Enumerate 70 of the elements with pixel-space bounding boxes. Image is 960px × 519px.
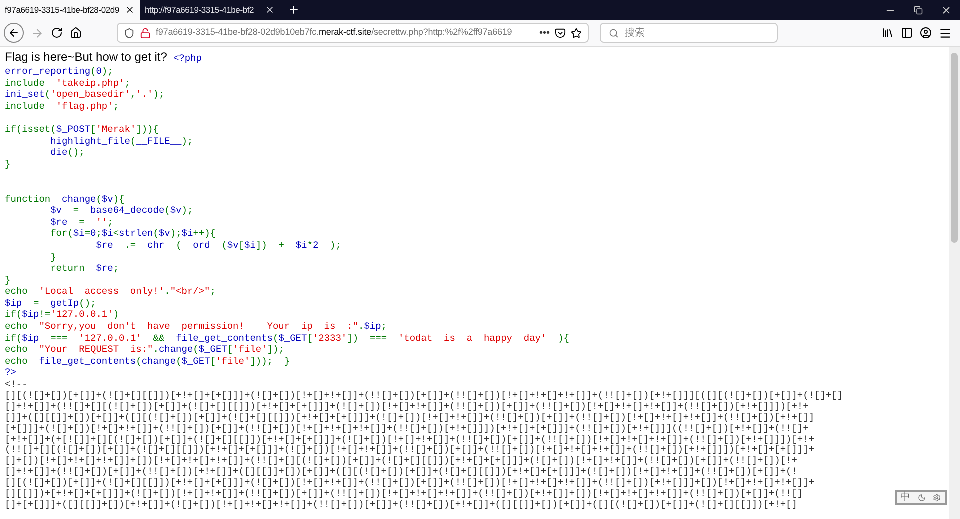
close-icon[interactable] [265,5,275,15]
moon-icon[interactable] [918,494,926,502]
output-line: [+[]]]+(![]+[])[!+[]+!+[]]+(!![]+[])[+[]]+(!![]+[])[!+[]+!+[]+!+[]]+(!![]+[])[+!+[]]])[+!+[]+[+[]]]+(!![]+[])[+!+[]]]((!![]+[])[+!+[]]+(!![]+ [5,424,809,435]
shield-icon[interactable] [124,28,135,38]
code-line: } [50,252,56,264]
menu-icon[interactable] [939,26,952,40]
code-line: echo file_get_contents(change($_GET['file'])); } [5,356,290,368]
code-line: echo "Sorry,you don't have permission! Your ip is :".$ip; [5,321,387,333]
output-line: [][(![]+[])[+[]]+(![]+[][[]])[+!+[]+[+[]]]+(![]+[])[!+[]+!+[]]+(!![]+[])[+[]]+(!![]+[])[!+[]+!+[]+!+[]]+(!![]+[])[+!+[]]]+[])[!+[]+!+[]+!+[]]+ [5,478,815,489]
close-icon[interactable] [125,5,135,15]
output-line: []+[])[!+[]+!+[]+!+[]]+[])[!+[]+!+[]+!+[]]+(!![]+[][(![]+[])[+[]]+(![]+[][[]])[+!+[]+[+[]]]+(![]+[])[!+[]+!+[]]+(!![]+[])[+[]]+(!![]+[])[!+ [5,456,798,467]
code-line: <?php [173,52,202,66]
close-window-icon[interactable] [941,4,952,16]
insecure-lock-icon[interactable] [140,28,151,38]
output-line: [][[]])+[+!+[]+[+[]]]+(![]+[])[!+[]+!+[]]+(!![]+[])[+[]]+(!![]+[])[!+[]+!+[]+!+[]]+(!![]+[])[+!+[]]+[])[!+[]+!+[]+!+[]]+(!![]+[])[+[]]+(!![] [5,489,804,500]
code-line: highlight_file(__FILE__); [50,136,194,148]
code-line: echo "Your REQUEST is:".change($_GET['file']); [5,344,284,356]
account-icon[interactable] [920,27,932,39]
code-line: } [5,274,11,286]
search-field[interactable]: 搜索 [600,23,778,43]
url-text: f97a6619-3315-41be-bf28-02d9b10eb7fc.merak-ctf.site/secrettw.php?http:%2f%2ff97a6619 [156,26,514,40]
scrollbar[interactable] [949,47,960,519]
code-line: for($i=0;$i<strlen($v);$i++){ [50,228,216,240]
output-line: []+!+[]]+(!![]+[])[+[]]+(!![]+[])[+!+[]]+([][[]]+[])[+[]]+([][(![]+[])[+[]]+(![]+[][[]])[+!+[]+[+[]]]+(![]+[])[!+[]+!+[]]+(!![]+[])[+[]]+(! [5,467,798,478]
code-line: die(); [50,147,85,159]
ime-mode[interactable]: 中 [900,492,911,502]
browser-tab[interactable]: f97a6619-3315-41be-bf28-02d9 [0,0,140,20]
code-line: include 'takeip.php'; [5,78,130,90]
reload-icon[interactable] [51,27,63,39]
scrollbar-thumb[interactable] [951,53,958,243]
code-line: if($ip!='127.0.0.1') [5,309,120,322]
code-line: } [5,158,11,170]
code-line: $re = ''; [50,216,114,228]
search-input[interactable]: 搜索 [624,26,769,40]
output-line: (!![]+[][(![]+[])[+[]]+(![]+[][[]])[+!+[]+[+[]]]+(![]+[])[!+[]+!+[]]+(!![]+[])[+[]]+(!![]+[])[!+[]+!+[]+!+[]]+(!![]+[])[+!+[]]])[+!+[]+[+[]]]+ [5,445,815,456]
back-button[interactable] [4,23,24,43]
output-line: [+!+[]]+(+[![]]+[][(![]+[])[+[]]+(![]+[][[]])[+!+[]+[+[]]]+(![]+[])[!+[]+!+[]]+(!![]+[])[+[]]+(!![]+[])[!+[]+!+[]+!+[]]+(!![]+[])[+!+[]]])[+!+ [5,434,815,445]
output-line: <!-- [5,380,28,391]
back-arrow-icon [8,27,20,39]
page-heading: Flag is here~But how to get it? [5,50,168,65]
sidebar-icon[interactable] [901,27,913,39]
output-line: []]+([][[]]+[])[+[]]+([][(![]+[])[+[]]+(![]+[][[]])[+!+[]+[+[]]]+(![]+[])[!+[]+!+[]]+(!![]+[])[+[]]+(!![]+[])[!+[]+!+[]+!+[]]+(!![]+[])[+!+[]] [5,412,815,424]
code-line: $v = base64_decode($v); [50,205,194,217]
code-line: error_reporting(0); [5,66,114,78]
restore-icon[interactable] [914,6,923,14]
home-icon[interactable] [70,27,82,39]
code-line: function change($v){ [5,194,125,206]
output-line: []+[+[]]]+([][[]]+[])[+!+[]]+(![]+[])[!+[]+!+[]+!+[]]+(!![]+[])[+[]]+(!![]+[])[+!+[]]+([][[]]+[])[+[]]+([][(![]+[])[+[]]+(![]+[][[]])[+!+[] [5,500,798,511]
pocket-icon[interactable] [555,28,566,38]
code-line: include 'flag.php'; [5,100,120,112]
code-line: echo 'Local access only!'."<br/>"; [5,286,216,298]
new-tab-icon[interactable] [288,4,300,16]
tab-title: f97a6619-3315-41be-bf28-02d9 [5,4,120,16]
search-icon [609,28,619,38]
tab-title: http://f97a6619-3315-41be-bf2 [145,4,256,16]
settings-icon[interactable] [933,494,942,502]
code-line: if(isset($_POST['Merak'])){ [5,124,159,136]
code-line: $ip = getIp(); [5,298,96,310]
output-line: []+!+[]]+(!![]+[][(![]+[])[+[]]+(![]+[][[]])[+!+[]+[+[]]]+(![]+[])[!+[]+!+[]]+(!![]+[])[+[]]+(!![]+[])[!+[]+!+[]+!+[]]+(!![]+[])[+!+[]]])[+!+ [5,402,809,413]
library-icon[interactable] [882,27,894,39]
browser-tab[interactable]: http://f97a6619-3315-41be-bf2 [140,0,280,20]
code-line: $re .= chr ( ord ($v[$i]) + $i*2 ); [95,240,342,252]
code-line: return $re; [50,263,120,275]
bookmark-star-icon[interactable] [571,28,582,38]
code-line: if($ip === '127.0.0.1' && file_get_contents($_GET['2333']) === 'todat is a happy day' ){ [5,332,570,344]
output-line: [][(![]+[])[+[]]+(![]+[][[]])[+!+[]+[+[]]]+(![]+[])[!+[]+!+[]]+(!![]+[])[+[]]+(!![]+[])[!+[]+!+[]+!+[]]+(!![]+[])[+!+[]]][([][(![]+[])[+[]]+(![]+[] [5,390,844,402]
code-line: ini_set('open_basedir','.'); [5,89,165,101]
code-line: ?> [5,367,16,380]
address-field[interactable]: f97a6619-3315-41be-bf28-02d9b10eb7fc.merak-ctf.site/secrettw.php?http:%2f%2ff97a6619 ••• [117,23,589,43]
page-actions-button[interactable]: ••• [539,26,550,40]
